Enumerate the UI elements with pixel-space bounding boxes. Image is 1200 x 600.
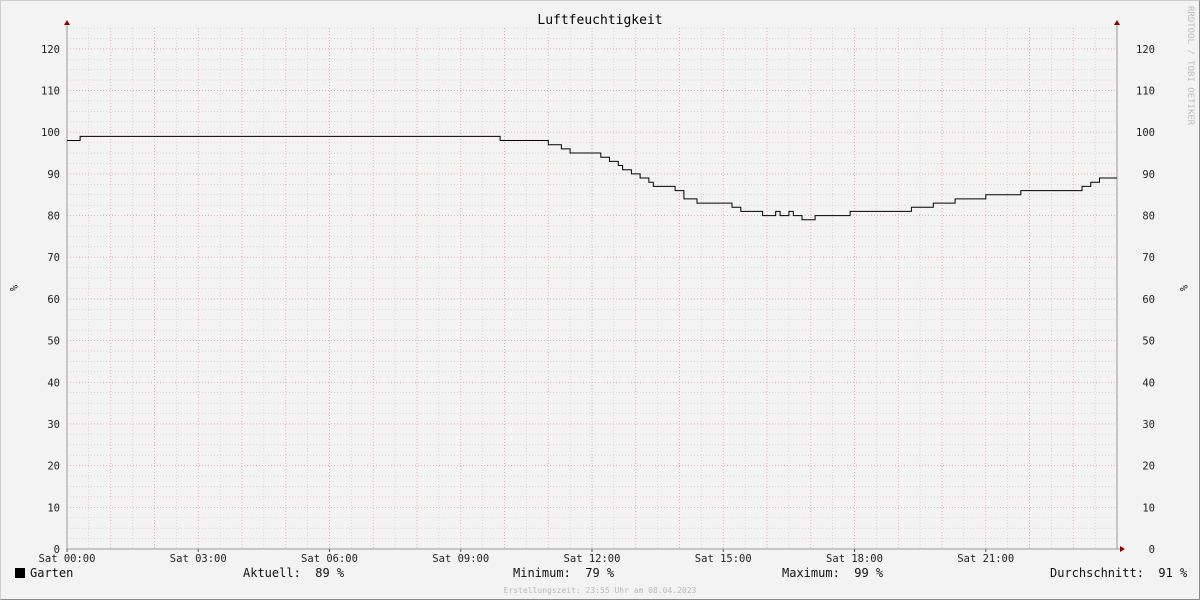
legend-series: Garten: [15, 566, 73, 580]
legend-maximum: Maximum: 99 %: [782, 566, 883, 580]
axes: [64, 20, 1125, 552]
legend-average-label: Durchschnitt:: [1050, 566, 1144, 580]
y-tick-label-left: 80: [47, 211, 60, 223]
y-axis-right-arrow: [1114, 20, 1120, 25]
y-tick-label-right: 30: [1142, 419, 1155, 431]
chart-title: Luftfeuchtigkeit: [537, 13, 662, 28]
y-tick-label-left: 110: [41, 86, 60, 98]
y-tick-label-right: 50: [1142, 336, 1155, 348]
watermark: RRDTOOL / TOBI OETIKER: [1185, 6, 1195, 126]
x-tick-label: Sat 12:00: [564, 553, 621, 565]
y-tick-label-left: 40: [47, 377, 60, 389]
y-tick-label-left: 120: [41, 44, 60, 56]
y-tick-label-left: 50: [47, 336, 60, 348]
tick-labels: Sat 00:00 Sat 03:00 Sat 06:00 Sat 09:00 Sat …: [39, 44, 1155, 565]
y-tick-label-left: 30: [47, 419, 60, 431]
x-tick-label: Sat 21:00: [957, 553, 1014, 565]
y-tick-label-left: 90: [47, 169, 60, 181]
y-tick-label-right: 110: [1136, 86, 1155, 98]
legend-minimum-label: Minimum:: [513, 566, 571, 580]
x-tick-label: Sat 03:00: [170, 553, 227, 565]
legend-maximum-label: Maximum:: [782, 566, 840, 580]
legend: Garten Aktuell: 89 % Minimum: 79 % Maxim…: [0, 566, 1200, 584]
legend-minimum: Minimum: 79 %: [513, 566, 614, 580]
y-axis-label-right: %: [1177, 285, 1189, 292]
y-tick-label-left: 10: [47, 502, 60, 514]
y-tick-label-right: 60: [1142, 294, 1155, 306]
grid: [66, 27, 1118, 549]
creation-timestamp: Erstellungszeit: 23:55 Uhr am 08.04.2023: [504, 586, 697, 595]
y-tick-label-right: 10: [1142, 502, 1155, 514]
y-tick-label-left: 20: [47, 461, 60, 473]
x-tick-label: Sat 06:00: [301, 553, 358, 565]
y-tick-label-right: 100: [1136, 127, 1155, 139]
legend-minimum-value: 79 %: [585, 566, 615, 580]
y-tick-label-right: 20: [1142, 461, 1155, 473]
legend-current-value: 89 %: [315, 566, 345, 580]
y-tick-label-left: 100: [41, 127, 60, 139]
y-tick-label-right: 40: [1142, 377, 1155, 389]
y-tick-label-right: 80: [1142, 211, 1155, 223]
y-tick-label-left: 0: [54, 544, 60, 556]
x-tick-label: Sat 09:00: [432, 553, 489, 565]
x-tick-label: Sat 18:00: [826, 553, 883, 565]
y-tick-label-right: 0: [1149, 544, 1155, 556]
x-tick-label: Sat 00:00: [39, 553, 96, 565]
x-axis-arrow: [1120, 546, 1125, 552]
y-tick-label-right: 90: [1142, 169, 1155, 181]
legend-current: Aktuell: 89 %: [243, 566, 344, 580]
y-tick-label-right: 120: [1136, 44, 1155, 56]
y-axis-label-left: %: [7, 285, 19, 292]
legend-maximum-value: 99 %: [854, 566, 884, 580]
legend-series-name: Garten: [30, 566, 74, 580]
legend-swatch: [15, 568, 25, 578]
y-tick-label-left: 70: [47, 252, 60, 264]
legend-average-value: 91 %: [1158, 566, 1188, 580]
y-tick-label-right: 70: [1142, 252, 1155, 264]
y-tick-label-left: 60: [47, 294, 60, 306]
legend-average: Durchschnitt: 91 %: [1050, 566, 1187, 580]
humidity-chart: Luftfeuchtigkeit % % RRDTOOL / TOBI OETI…: [7, 6, 1195, 595]
x-tick-label: Sat 15:00: [695, 553, 752, 565]
y-axis-left-arrow: [64, 20, 70, 25]
legend-current-label: Aktuell:: [243, 566, 301, 580]
